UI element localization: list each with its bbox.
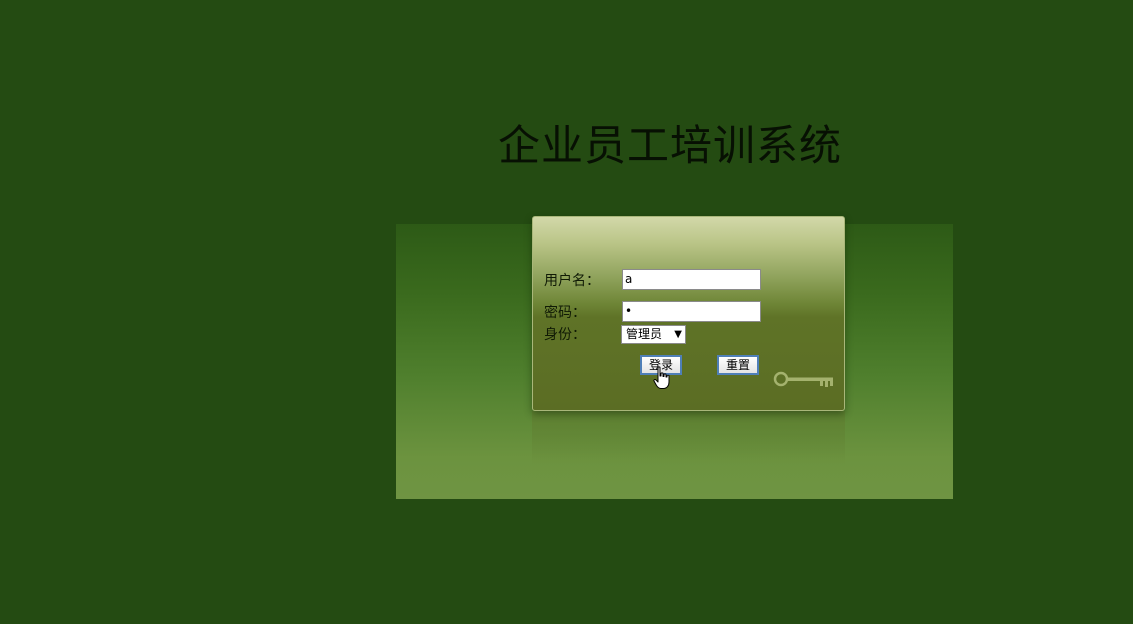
username-label: 用户名：: [544, 273, 600, 289]
password-label: 密码：: [544, 305, 586, 321]
username-input[interactable]: a: [622, 269, 761, 290]
hand-pointer-icon: [653, 366, 670, 389]
role-select[interactable]: 管理员 ▼: [621, 325, 686, 344]
chevron-down-icon: ▼: [674, 329, 682, 340]
login-panel-reflection: [532, 411, 845, 466]
role-label: 身份：: [544, 327, 586, 343]
app-title: 企业员工培训系统: [498, 121, 843, 170]
key-icon: [773, 371, 833, 387]
password-input[interactable]: •: [622, 301, 761, 322]
role-select-value: 管理员: [626, 327, 663, 341]
reset-button[interactable]: 重置: [717, 355, 759, 375]
